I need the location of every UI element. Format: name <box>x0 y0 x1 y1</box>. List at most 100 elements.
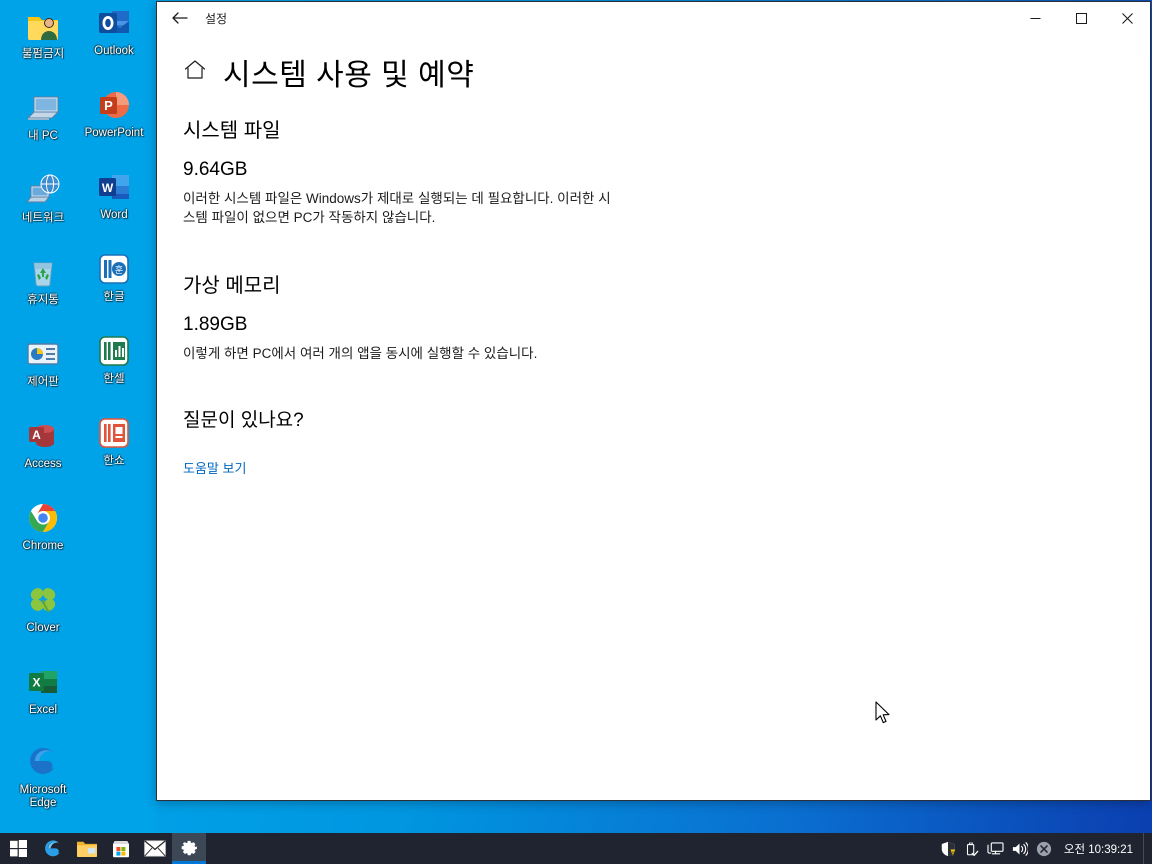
hanshow-icon <box>96 415 132 451</box>
powerpoint-icon: P <box>96 87 132 123</box>
taskbar: 오전 10:39:21 <box>0 833 1152 864</box>
network-icon <box>25 172 61 208</box>
close-button[interactable] <box>1104 2 1150 34</box>
desktop-icon-label: Word <box>100 209 128 221</box>
minimize-button[interactable] <box>1012 2 1058 34</box>
desktop-icon-label: 한셀 <box>103 373 125 385</box>
system-files-heading: 시스템 파일 <box>183 120 281 142</box>
svg-text:X: X <box>32 676 40 690</box>
system-files-size: 9.64GB <box>183 159 248 180</box>
edge-icon <box>45 839 60 856</box>
svg-text:W: W <box>102 181 114 195</box>
desktop-icon-hancell[interactable]: 한셀 <box>77 333 151 386</box>
virtual-memory-size: 1.89GB <box>183 314 248 335</box>
gear-icon <box>181 840 197 856</box>
desktop-icon-label: Excel <box>28 704 58 716</box>
outlook-icon <box>96 5 132 41</box>
recycle-bin-icon <box>25 254 61 290</box>
hancell-icon <box>96 333 132 369</box>
desktop-icon-label: Outlook <box>94 45 134 57</box>
network-icon[interactable] <box>984 833 1008 864</box>
settings-window: 설정 시스템 사용 및 예약 시스템 파일 9.64GB 이러한 시스템 파일은… <box>156 1 1151 801</box>
desktop-icon-label: 한글 <box>103 291 125 303</box>
desktop-icon-label: 내 PC <box>28 130 58 142</box>
close-icon <box>1121 12 1133 24</box>
desktop-icon-this-pc[interactable]: 내 PC <box>6 90 80 143</box>
mail-icon <box>144 840 166 857</box>
desktop-icon-excel[interactable]: X Excel <box>6 664 80 717</box>
desktop-icon-label: Access <box>24 458 62 470</box>
window-title: 설정 <box>205 11 228 26</box>
show-desktop-button[interactable] <box>1143 833 1150 864</box>
chrome-icon <box>25 500 61 536</box>
desktop-icon-label: 한쇼 <box>103 455 125 467</box>
folder-icon <box>77 841 97 857</box>
desktop-icon-label: 네트워크 <box>21 212 65 224</box>
safely-remove-hardware-icon[interactable] <box>960 833 984 864</box>
security-shield-icon[interactable] <box>936 833 960 864</box>
desktop-icon-word[interactable]: W Word <box>77 169 151 222</box>
desktop-icon-shared-folder[interactable]: 불펌금지 <box>6 8 80 61</box>
desktop-icon-powerpoint[interactable]: P PowerPoint <box>77 87 151 140</box>
desktop-icon-edge[interactable]: Microsoft Edge <box>6 744 80 810</box>
page-title: 시스템 사용 및 예약 <box>223 59 475 92</box>
store-taskbar-button[interactable] <box>104 833 138 864</box>
maximize-icon <box>1075 12 1087 24</box>
desktop-icon-label: Microsoft Edge <box>19 784 67 809</box>
desktop-icon-clover[interactable]: Clover <box>6 582 80 635</box>
content-area: 시스템 파일 9.64GB 이러한 시스템 파일은 Windows가 제대로 실… <box>157 94 1150 478</box>
help-link[interactable]: 도움말 보기 <box>183 458 246 477</box>
desktop-icon-hangul[interactable]: 훈 한글 <box>77 251 151 304</box>
desktop-icon-label: 불펌금지 <box>21 48 65 60</box>
this-pc-icon <box>25 90 61 126</box>
mail-taskbar-button[interactable] <box>138 833 172 864</box>
volume-icon[interactable] <box>1008 833 1032 864</box>
control-panel-icon <box>25 336 61 372</box>
access-icon: A <box>25 418 61 454</box>
svg-text:P: P <box>104 98 113 113</box>
desktop-icon-chrome[interactable]: Chrome <box>6 500 80 553</box>
word-icon: W <box>96 169 132 205</box>
desktop-icon-recycle-bin[interactable]: 휴지통 <box>6 254 80 307</box>
virtual-memory-heading: 가상 메모리 <box>183 275 281 297</box>
edge-icon <box>25 744 61 780</box>
clock[interactable]: 오전 10:39:21 <box>1056 833 1143 864</box>
taskbar-buttons <box>0 833 206 864</box>
desktop-icon-label: 제어판 <box>27 376 59 388</box>
excel-icon: X <box>25 664 61 700</box>
desktop-icon-label: Chrome <box>22 540 64 552</box>
virtual-memory-description: 이렇게 하면 PC에서 여러 개의 앱을 동시에 실행할 수 있습니다. <box>183 346 538 361</box>
taskbar-empty-area[interactable] <box>206 833 936 864</box>
desktop-icon-network[interactable]: 네트워크 <box>6 172 80 225</box>
file-explorer-taskbar-button[interactable] <box>70 833 104 864</box>
maximize-button[interactable] <box>1058 2 1104 34</box>
screen: 불펌금지 Outlook 내 PC P PowerPoint 네트워크 W Wo… <box>0 0 1152 864</box>
error-icon[interactable] <box>1032 833 1056 864</box>
desktop-icon-hanshow[interactable]: 한쇼 <box>77 415 151 468</box>
svg-text:A: A <box>32 428 41 442</box>
back-button[interactable] <box>157 2 201 34</box>
desktop-icon-label: PowerPoint <box>84 127 144 139</box>
back-arrow-icon <box>171 12 188 24</box>
desktop-icon-label: Clover <box>26 622 60 634</box>
page-header: 시스템 사용 및 예약 <box>157 34 1150 94</box>
svg-text:훈: 훈 <box>115 264 123 275</box>
edge-taskbar-button[interactable] <box>36 833 70 864</box>
shared-folder-icon <box>25 8 61 44</box>
settings-taskbar-button[interactable] <box>172 833 206 864</box>
window-controls <box>1012 2 1150 34</box>
system-files-description: 이러한 시스템 파일은 Windows가 제대로 실행되는 데 필요합니다. 이… <box>183 191 611 225</box>
start-button[interactable] <box>0 833 36 864</box>
windows-logo-icon <box>9 840 27 857</box>
minimize-icon <box>1030 17 1040 19</box>
desktop-icon-outlook[interactable]: Outlook <box>77 5 151 58</box>
desktop-icon-access[interactable]: A Access <box>6 418 80 471</box>
title-bar[interactable]: 설정 <box>157 2 1150 34</box>
home-icon[interactable] <box>183 58 207 87</box>
desktop-icon-label: 휴지통 <box>27 294 59 306</box>
clover-icon <box>25 582 61 618</box>
hangul-icon: 훈 <box>96 251 132 287</box>
store-icon <box>113 840 129 857</box>
questions-heading: 질문이 있나요? <box>183 410 304 431</box>
desktop-icon-control-panel[interactable]: 제어판 <box>6 336 80 389</box>
